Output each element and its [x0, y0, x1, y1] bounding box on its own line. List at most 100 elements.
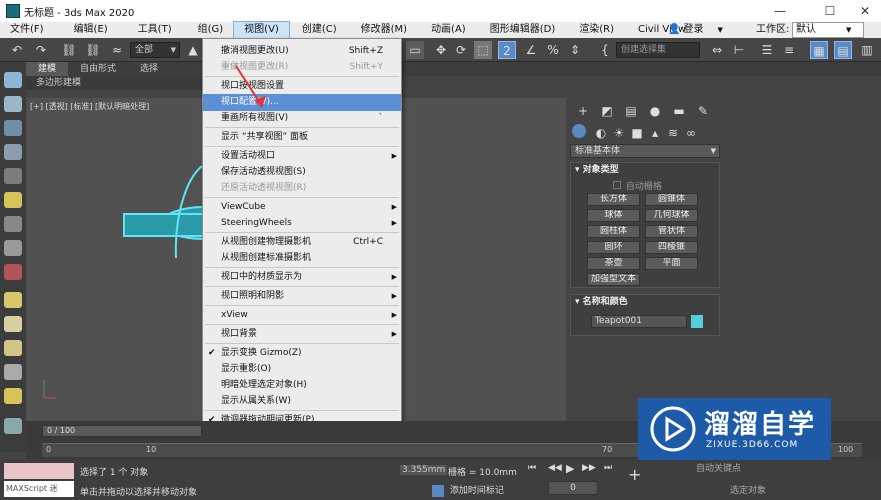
- view-menu-item[interactable]: xView ▶: [203, 307, 401, 324]
- view-menu-item[interactable]: 重画所有视图(V) `: [203, 110, 401, 127]
- view-menu-item[interactable]: 明暗处理选定对象(H): [203, 377, 401, 394]
- named-selection-input[interactable]: 创建选择集: [616, 42, 700, 58]
- tube-button[interactable]: 管状体: [645, 225, 698, 238]
- teapot-icon[interactable]: [4, 72, 22, 88]
- snap-toggle-icon[interactable]: 2: [498, 41, 516, 59]
- view-menu-item[interactable]: 视口中的材质显示为 ▶: [203, 269, 401, 286]
- helpers-icon[interactable]: ▴: [646, 124, 664, 142]
- material-icon[interactable]: [4, 418, 22, 434]
- sphere-button[interactable]: 球体: [587, 209, 640, 222]
- menu-file[interactable]: 文件(F): [0, 22, 54, 38]
- menu-group[interactable]: 组(G): [188, 22, 234, 38]
- menu-graph-editors[interactable]: 图形编辑器(D): [480, 22, 566, 38]
- create-tab-icon[interactable]: +: [574, 102, 592, 120]
- box-button[interactable]: 长方体: [587, 193, 640, 206]
- time-slider[interactable]: 0 / 100: [42, 425, 202, 437]
- next-frame-icon[interactable]: ▶▶: [582, 463, 596, 473]
- primitive-category-select[interactable]: 标准基本体 ▼: [570, 144, 720, 158]
- geometry-icon[interactable]: [572, 124, 586, 138]
- workspace-select[interactable]: 默认 ▼: [792, 22, 864, 38]
- camera-icon[interactable]: [4, 216, 22, 232]
- systems-icon[interactable]: ∞: [682, 124, 700, 142]
- cylinder-button[interactable]: 圆柱体: [587, 225, 640, 238]
- view-menu-item[interactable]: 设置活动视口 ▶: [203, 148, 401, 165]
- mirror-icon[interactable]: ⇔: [708, 41, 726, 59]
- bread-icon[interactable]: [4, 316, 22, 332]
- rotate-icon[interactable]: ⟳: [452, 41, 470, 59]
- object-type-header[interactable]: ▾ 对象类型: [571, 163, 719, 177]
- view-menu-item[interactable]: SteeringWheels ▶: [203, 215, 401, 232]
- ring-icon[interactable]: [4, 340, 22, 356]
- hierarchy-tab-icon[interactable]: ▤: [622, 102, 640, 120]
- menu-view[interactable]: 视图(V): [233, 21, 290, 39]
- undo-icon[interactable]: ↶: [8, 41, 26, 59]
- ribbon-tab-modeling[interactable]: 建模: [26, 62, 69, 76]
- auto-key-button[interactable]: 自动关键点: [696, 461, 741, 474]
- object-color-swatch[interactable]: [691, 315, 703, 328]
- autogrid-checkbox[interactable]: 自动栅格: [613, 179, 662, 192]
- shapes-icon[interactable]: ◐: [592, 124, 610, 142]
- add-time-tag[interactable]: 添加时间标记: [432, 483, 504, 497]
- selection-filter-select[interactable]: 全部 ▼: [130, 42, 180, 58]
- text-plus-button[interactable]: 加强型文本: [587, 273, 640, 286]
- list-icon[interactable]: [4, 168, 22, 184]
- menu-edit[interactable]: 编辑(E): [64, 22, 118, 38]
- view-menu-item[interactable]: 视口照明和阴影 ▶: [203, 288, 401, 305]
- sun-icon[interactable]: [4, 388, 22, 404]
- modify-tab-icon[interactable]: ◩: [598, 102, 616, 120]
- maxscript-input[interactable]: MAXScript 迷: [4, 481, 74, 497]
- close-button[interactable]: ✕: [845, 0, 881, 22]
- move-icon[interactable]: ✥: [432, 41, 450, 59]
- coordinate-display[interactable]: 3.355mm: [400, 465, 448, 475]
- unlink-icon[interactable]: ⛓: [84, 41, 102, 59]
- view-menu-item[interactable]: ViewCube ▶: [203, 199, 401, 216]
- curve-editor-icon[interactable]: ▤: [834, 41, 852, 59]
- object-name-input[interactable]: Teapot001: [591, 315, 687, 328]
- view-menu-item[interactable]: 从视图创建物理摄影机 Ctrl+C: [203, 234, 401, 251]
- cloud-icon[interactable]: [4, 96, 22, 112]
- edit-named-selection-icon[interactable]: {: [596, 41, 614, 59]
- maximize-button[interactable]: ☐: [810, 0, 850, 22]
- go-to-end-icon[interactable]: ⏭: [604, 463, 612, 473]
- bind-space-warp-icon[interactable]: ≈: [108, 41, 126, 59]
- box-icon[interactable]: [4, 292, 22, 308]
- toggle-ribbon-icon[interactable]: ▦: [810, 41, 828, 59]
- plane-button[interactable]: 平面: [645, 257, 698, 270]
- grid-icon[interactable]: [4, 144, 22, 160]
- cone-button[interactable]: 圆锥体: [645, 193, 698, 206]
- menu-tools[interactable]: 工具(T): [128, 22, 182, 38]
- align-icon[interactable]: ⊢: [730, 41, 748, 59]
- menu-create[interactable]: 创建(C): [292, 22, 347, 38]
- view-menu-item[interactable]: 撤消视图更改(U) Shift+Z: [203, 43, 401, 60]
- menu-modifiers[interactable]: 修改器(M): [351, 22, 417, 38]
- pyramid-button[interactable]: 四棱锥: [645, 241, 698, 254]
- scene-icon[interactable]: [4, 120, 22, 136]
- login-button[interactable]: 👤 登录 ▼: [668, 22, 723, 38]
- maxscript-listener[interactable]: [4, 463, 74, 479]
- torus-button[interactable]: 圆环: [587, 241, 640, 254]
- ribbon-tab-freeform[interactable]: 自由形式: [68, 62, 128, 76]
- view-menu-item[interactable]: 显示重影(O): [203, 361, 401, 378]
- set-key-icon[interactable]: +: [628, 465, 641, 484]
- minimize-button[interactable]: —: [760, 0, 800, 22]
- ribbon-tab-selection[interactable]: 选择: [128, 62, 170, 76]
- scene-explorer-icon[interactable]: ☰: [758, 41, 776, 59]
- angle-snap-icon[interactable]: ∠: [522, 41, 540, 59]
- previous-frame-icon[interactable]: ◀◀: [548, 463, 562, 473]
- schematic-view-icon[interactable]: ▥: [858, 41, 876, 59]
- view-menu-item[interactable]: 显示从属关系(W): [203, 393, 401, 410]
- lights-icon[interactable]: ☀: [610, 124, 628, 142]
- go-to-start-icon[interactable]: ⏮: [528, 463, 536, 473]
- selected-object-filter[interactable]: 选定对象: [730, 483, 766, 496]
- geosphere-button[interactable]: 几何球体: [645, 209, 698, 222]
- motion-tab-icon[interactable]: ●: [646, 102, 664, 120]
- cameras-icon[interactable]: ■: [628, 124, 646, 142]
- select-object-icon[interactable]: ▲: [184, 41, 202, 59]
- view-menu-item[interactable]: 视口背景 ▶: [203, 326, 401, 343]
- teapot-button[interactable]: 茶壶: [587, 257, 640, 270]
- view-menu-item[interactable]: 显示 “共享视图” 面板: [203, 129, 401, 146]
- window-crossing-icon[interactable]: ▭: [406, 41, 424, 59]
- cone-icon[interactable]: [4, 364, 22, 380]
- light-icon[interactable]: [4, 192, 22, 208]
- view-menu-item[interactable]: 还原活动透视视图(R): [203, 180, 401, 197]
